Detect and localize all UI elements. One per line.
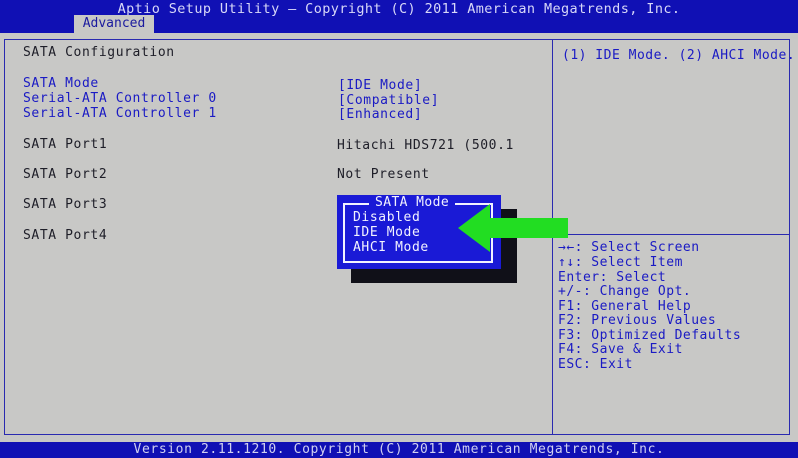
setting-label-sata-mode[interactable]: SATA Mode: [23, 76, 99, 91]
port-value-2: Not Present: [337, 167, 430, 182]
popup-title: SATA Mode: [369, 195, 456, 210]
setting-value-sata-mode[interactable]: [IDE Mode]: [338, 78, 422, 93]
key-help-f3: F3: Optimized Defaults: [558, 328, 742, 343]
port-label-1: SATA Port1: [23, 137, 108, 152]
key-help-f2: F2: Previous Values: [558, 313, 717, 328]
port-value-1: Hitachi HDS721 (500.1: [337, 138, 514, 153]
setting-label-sata-controller-1[interactable]: Serial-ATA Controller 1: [23, 106, 217, 121]
port-label-2: SATA Port2: [23, 167, 108, 182]
setting-value-sata-controller-1[interactable]: [Enhanced]: [338, 107, 422, 122]
help-description: (1) IDE Mode. (2) AHCI Mode.: [562, 48, 796, 63]
key-help-change-opt: +/-: Change Opt.: [558, 284, 692, 299]
green-arrow-icon: [458, 204, 568, 252]
footer-bar: Version 2.11.1210. Copyright (C) 2011 Am…: [0, 442, 798, 458]
key-help-enter: Enter: Select: [558, 270, 667, 285]
key-help-esc: ESC: Exit: [558, 357, 633, 372]
help-divider: [552, 234, 790, 235]
key-help-select-screen: →←: Select Screen: [558, 240, 700, 255]
tab-advanced[interactable]: Advanced: [74, 15, 154, 33]
footer-version: Version 2.11.1210. Copyright (C) 2011 Am…: [133, 442, 665, 457]
key-help-f4: F4: Save & Exit: [558, 342, 683, 357]
port-label-4: SATA Port4: [23, 228, 108, 243]
key-help-select-item: ↑↓: Select Item: [558, 255, 683, 270]
setting-label-sata-controller-0[interactable]: Serial-ATA Controller 0: [23, 91, 217, 106]
popup-option-ide-mode[interactable]: IDE Mode: [353, 225, 420, 240]
title-bar: Aptio Setup Utility – Copyright (C) 2011…: [0, 0, 798, 33]
popup-option-disabled[interactable]: Disabled: [353, 210, 420, 225]
port-label-3: SATA Port3: [23, 197, 108, 212]
section-title: SATA Configuration: [23, 45, 175, 60]
popup-option-ahci-mode[interactable]: AHCI Mode: [353, 240, 429, 255]
key-help-f1: F1: General Help: [558, 299, 692, 314]
setting-value-sata-controller-0[interactable]: [Compatible]: [338, 93, 439, 108]
